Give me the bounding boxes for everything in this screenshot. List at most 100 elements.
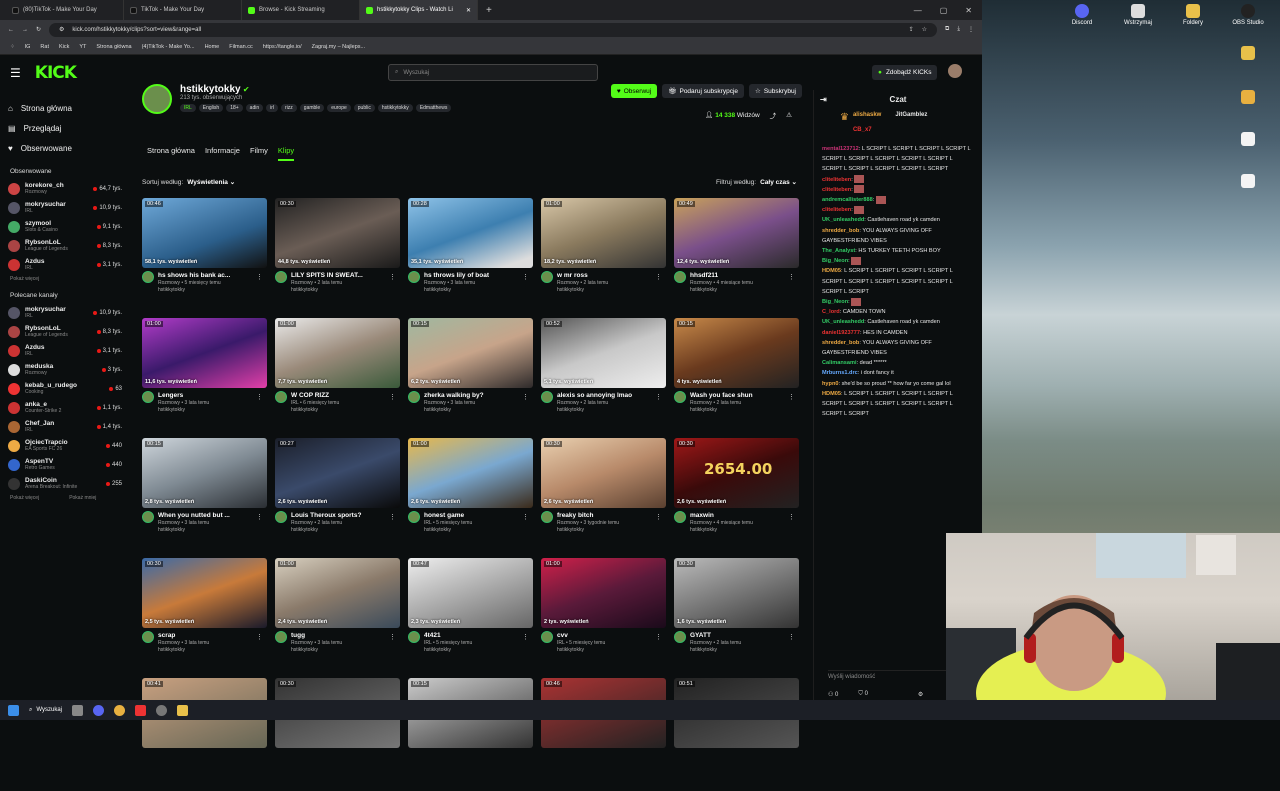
sidebar-channel[interactable]: mokrysuchar IRL 10,9 tys. — [8, 198, 122, 217]
bookmark-item[interactable]: https://tangle.io/ — [263, 44, 302, 50]
sidebar-channel[interactable]: Chef_Jan IRL 1,4 tys. — [8, 417, 122, 436]
chrome-icon[interactable] — [114, 704, 125, 716]
clip-author[interactable]: hstikkytokky — [690, 407, 785, 414]
sidebar-channel[interactable]: AspenTV Retro Games 440 — [8, 455, 122, 474]
clip-card[interactable]: 01:00 18,2 tys. wyświetleń w mr ross Roz… — [541, 198, 666, 311]
clip-author-avatar[interactable] — [142, 271, 154, 283]
clip-author[interactable]: hstikkytokky — [557, 647, 652, 654]
more-options-icon[interactable]: ⋮ — [256, 393, 263, 401]
tag-chip[interactable]: irl — [266, 104, 279, 112]
more-options-icon[interactable]: ⋮ — [655, 513, 662, 521]
clip-card[interactable]: 00:49 12,4 tys. wyświetleń hhsdf211 Rozm… — [674, 198, 799, 311]
clip-thumbnail[interactable]: 01:00 2,4 tys. wyświetleń — [275, 558, 400, 628]
bookmark-star-icon[interactable]: ☆ — [922, 26, 927, 33]
tag-chip[interactable]: Edmatthews — [415, 104, 452, 112]
chat-username[interactable]: HDM05 — [822, 268, 841, 274]
sidebar-channel[interactable]: mokrysuchar IRL 10,9 tys. — [8, 303, 122, 322]
more-options-icon[interactable]: ⋮ — [256, 273, 263, 281]
more-options-icon[interactable]: ⋮ — [522, 633, 529, 641]
clip-author-avatar[interactable] — [541, 631, 553, 643]
channel-avatar[interactable] — [142, 84, 172, 114]
clip-title[interactable]: scrap — [158, 631, 253, 640]
chat-username[interactable]: hypn0 — [822, 381, 838, 387]
clip-title[interactable]: cvv — [557, 631, 652, 640]
more-options-icon[interactable]: ⋮ — [256, 633, 263, 641]
clip-thumbnail[interactable]: 00:52 5,1 tys. wyświetleń — [541, 318, 666, 388]
folder-icon[interactable] — [177, 704, 188, 716]
clip-thumbnail[interactable]: 00:27 2,6 tys. wyświetleń — [275, 438, 400, 508]
clip-card[interactable]: 00:15 2,8 tys. wyświetleń When you nutte… — [142, 438, 267, 551]
desktop-icon-discord[interactable]: Discord — [1062, 4, 1102, 26]
chat-username[interactable]: daniel1923777 — [822, 330, 860, 336]
sidebar-item-home[interactable]: ⌂ Strona główna — [8, 98, 122, 118]
bookmark-item[interactable]: Home — [205, 44, 220, 50]
desktop-icon-file[interactable] — [1228, 132, 1268, 148]
get-kicks-button[interactable]: ● Zdobądź KICKs — [872, 65, 938, 80]
clip-title[interactable]: Louis Theroux sports? — [291, 511, 386, 520]
bookmark-item[interactable]: Kick — [59, 44, 69, 50]
share-icon[interactable]: ⤴ — [770, 110, 777, 120]
clip-author[interactable]: hstikkytokky — [690, 527, 785, 534]
clip-card[interactable]: 00:30 2654.00 2,6 tys. wyświetleń maxwin … — [674, 438, 799, 551]
more-options-icon[interactable]: ⋮ — [655, 393, 662, 401]
bookmark-item[interactable]: IG — [25, 44, 31, 50]
sidebar-item-following[interactable]: ♥ Obserwowane — [8, 138, 122, 158]
sidebar-channel[interactable]: Azdus IRL 3,1 tys. — [8, 341, 122, 360]
user-avatar[interactable] — [948, 64, 962, 78]
clip-author[interactable]: hstikkytokky — [424, 287, 519, 294]
share-icon[interactable]: ⇪ — [909, 26, 914, 33]
clip-thumbnail[interactable]: 00:30 2,6 tys. wyświetleń — [541, 438, 666, 508]
clip-thumbnail[interactable]: 01:00 11,6 tys. wyświetleń — [142, 318, 267, 388]
clip-author-avatar[interactable] — [408, 271, 420, 283]
chat-username[interactable]: HDM05 — [822, 391, 841, 397]
tag-chip[interactable]: public — [353, 104, 375, 112]
clip-title[interactable]: W COP RIZZ — [291, 391, 386, 400]
close-window-icon[interactable]: ✕ — [965, 6, 972, 15]
more-options-icon[interactable]: ⋮ — [522, 393, 529, 401]
clip-thumbnail[interactable]: 00:30 2654.00 2,6 tys. wyświetleń — [674, 438, 799, 508]
clip-author-avatar[interactable] — [674, 271, 686, 283]
chat-username[interactable]: UK_unleashedd — [822, 319, 864, 325]
clip-card[interactable]: 00:30 44,8 tys. wyświetleń LILY SPITS IN… — [275, 198, 400, 311]
gifter-name[interactable]: JitGamblez — [895, 112, 927, 123]
more-options-icon[interactable]: ⋮ — [522, 513, 529, 521]
clip-author[interactable]: hstikkytokky — [424, 647, 519, 654]
extensions-icon[interactable]: ⧉ — [945, 26, 949, 33]
tab-videos[interactable]: Filmy — [250, 146, 268, 161]
clip-thumbnail[interactable]: 00:28 35,1 tys. wyświetleń — [408, 198, 533, 268]
clip-thumbnail[interactable]: 01:00 2 tys. wyświetleń — [541, 558, 666, 628]
clip-author[interactable]: hstikkytokky — [557, 407, 652, 414]
tag-chip[interactable]: hstikkytokky — [377, 104, 413, 112]
kick-logo[interactable]: KICK — [35, 63, 77, 83]
more-options-icon[interactable]: ⋮ — [788, 273, 795, 281]
clip-card[interactable]: 00:15 — [408, 678, 533, 791]
clip-author[interactable]: hstikkytokky — [158, 287, 253, 294]
desktop-icon-folder[interactable] — [1228, 46, 1268, 62]
discord-icon[interactable] — [93, 704, 104, 716]
clip-card[interactable]: 01:00 11,6 tys. wyświetleń Lengers Rozmo… — [142, 318, 267, 431]
task-view-icon[interactable] — [72, 704, 83, 716]
show-more-link[interactable]: Pokaż więcej — [10, 495, 39, 501]
chat-username[interactable]: mental123712 — [822, 146, 859, 152]
chat-username[interactable]: The_Analyst — [822, 248, 855, 254]
clip-author[interactable]: hstikkytokky — [424, 527, 519, 534]
clip-title[interactable]: alexis so annoying lmao — [557, 391, 652, 400]
clip-thumbnail[interactable]: 00:15 6,2 tys. wyświetleń — [408, 318, 533, 388]
sidebar-channel[interactable]: anka_e Counter-Strike 2 1,1 tys. — [8, 398, 122, 417]
back-icon[interactable]: ← — [8, 27, 14, 33]
sidebar-channel[interactable]: meduska Rozmowy 3 tys. — [8, 360, 122, 379]
clip-card[interactable]: 00:46 58,1 tys. wyświetleń hs shows his … — [142, 198, 267, 311]
tag-chip[interactable]: europe — [327, 104, 351, 112]
clip-author-avatar[interactable] — [541, 391, 553, 403]
more-options-icon[interactable]: ⋮ — [655, 273, 662, 281]
brave-icon[interactable] — [135, 704, 146, 716]
download-icon[interactable]: ⤓ — [957, 26, 960, 33]
clip-card[interactable]: 00:28 35,1 tys. wyświetleń hs throws lil… — [408, 198, 533, 311]
clip-author[interactable]: hstikkytokky — [158, 527, 253, 534]
clip-card[interactable]: 00:46 — [541, 678, 666, 791]
clip-author-avatar[interactable] — [541, 511, 553, 523]
chat-username[interactable]: Calimansami — [822, 360, 857, 366]
clip-author-avatar[interactable] — [674, 511, 686, 523]
desktop-icon-folder[interactable]: Foldery — [1173, 4, 1213, 26]
clip-author-avatar[interactable] — [674, 391, 686, 403]
